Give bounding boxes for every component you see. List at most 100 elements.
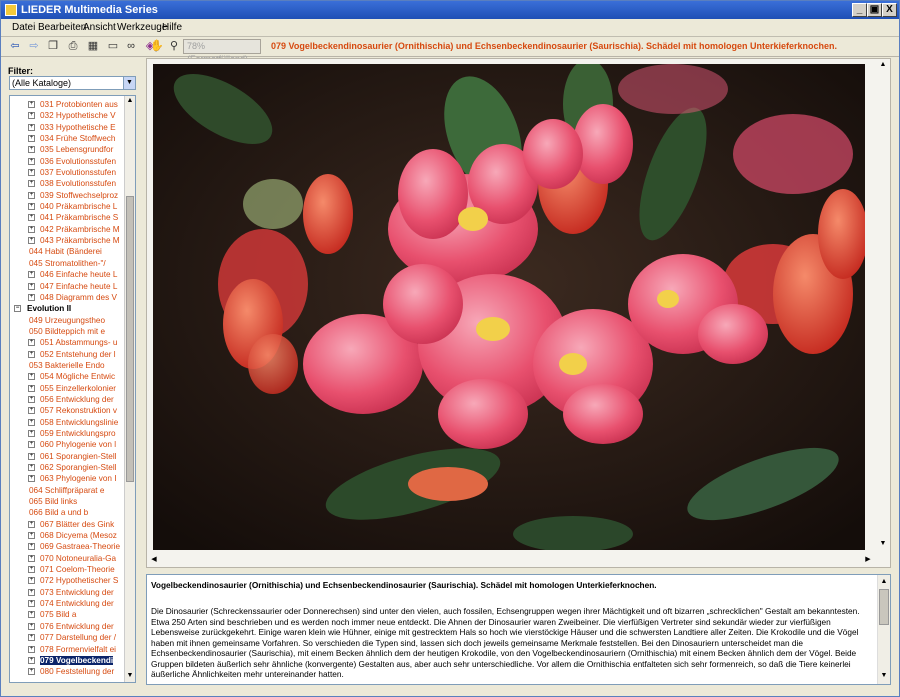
expand-icon[interactable]: + xyxy=(28,532,35,540)
expand-icon[interactable]: + xyxy=(28,520,35,528)
filter-select[interactable]: (Alle Kataloge) ▼ xyxy=(9,76,136,90)
forward-arrow-icon[interactable]: ⇨ xyxy=(26,39,42,54)
chevron-down-icon[interactable]: ▼ xyxy=(123,77,135,89)
expand-icon[interactable]: + xyxy=(28,622,35,630)
copy-icon[interactable]: ❐ xyxy=(45,39,61,54)
expand-icon[interactable]: + xyxy=(28,566,35,574)
tree-item[interactable]: +074 Entwicklung der xyxy=(10,598,125,609)
collapse-icon[interactable]: − xyxy=(14,305,21,313)
tree-item[interactable]: +034 Frühe Stoffwech xyxy=(10,133,125,144)
scroll-down-icon[interactable]: ▼ xyxy=(879,671,889,681)
tree-item[interactable]: 066 Bild a und b xyxy=(10,507,125,518)
menu-datei[interactable]: Datei xyxy=(12,22,35,33)
expand-icon[interactable]: + xyxy=(28,293,35,301)
expand-icon[interactable]: + xyxy=(28,225,35,233)
tree-item[interactable]: +073 Entwicklung der xyxy=(10,587,125,598)
expand-icon[interactable]: + xyxy=(28,339,35,347)
tree-item[interactable]: +037 Evolutionsstufen xyxy=(10,167,125,178)
expand-icon[interactable]: + xyxy=(28,611,35,619)
expand-icon[interactable]: + xyxy=(28,135,35,143)
tree-item[interactable]: +054 Mögliche Entwic xyxy=(10,371,125,382)
tree-item[interactable]: +038 Evolutionsstufen xyxy=(10,178,125,189)
scroll-thumb[interactable] xyxy=(879,589,889,625)
maximize-button[interactable]: ▣ xyxy=(867,3,882,17)
expand-icon[interactable]: + xyxy=(28,429,35,437)
tree-item[interactable]: +080 Feststellung der xyxy=(10,666,125,677)
scroll-right-icon[interactable]: ▶ xyxy=(863,555,873,565)
expand-icon[interactable]: + xyxy=(28,543,35,551)
expand-icon[interactable]: + xyxy=(28,146,35,154)
expand-icon[interactable]: + xyxy=(28,600,35,608)
expand-icon[interactable]: + xyxy=(28,395,35,403)
tree-item[interactable]: +031 Protobionten aus xyxy=(10,99,125,110)
print-icon[interactable]: ⎙ xyxy=(65,39,81,54)
magnifier-icon[interactable]: ⚲ xyxy=(166,39,182,54)
tree-item[interactable]: +069 Gastraea-Theorie xyxy=(10,541,125,552)
tree-item[interactable]: 053 Bakterielle Endo xyxy=(10,360,125,371)
scroll-down-icon[interactable]: ▼ xyxy=(125,671,135,681)
expand-icon[interactable]: + xyxy=(28,191,35,199)
expand-icon[interactable]: + xyxy=(28,384,35,392)
menu-bearbeiten[interactable]: Bearbeiten xyxy=(38,22,86,33)
scroll-up-icon[interactable]: ▲ xyxy=(878,60,888,70)
monitor-icon[interactable]: ▭ xyxy=(105,39,121,54)
menu-hilfe[interactable]: Hilfe xyxy=(162,22,182,33)
hand-icon[interactable]: ✋ xyxy=(149,39,165,54)
expand-icon[interactable]: + xyxy=(28,271,35,279)
tree-item[interactable]: +075 Bild a xyxy=(10,609,125,620)
menu-ansicht[interactable]: Ansicht xyxy=(83,22,116,33)
zoom-field[interactable]: 78% (Formatfüllend) xyxy=(183,39,261,64)
tree-item[interactable]: +039 Stoffwechselproz xyxy=(10,190,125,201)
description-scrollbar[interactable]: ▲ ▼ xyxy=(877,575,890,684)
close-button[interactable]: X xyxy=(882,3,897,17)
scroll-thumb[interactable] xyxy=(126,196,134,482)
tree-item[interactable]: +036 Evolutionsstufen xyxy=(10,156,125,167)
image-horizontal-scrollbar[interactable]: ◀ ▶ xyxy=(147,553,876,567)
binoculars-icon[interactable]: ∞ xyxy=(123,39,139,54)
expand-icon[interactable]: + xyxy=(28,373,35,381)
tree-item[interactable]: +033 Hypothetische E xyxy=(10,122,125,133)
tree-item[interactable]: +072 Hypothetischer S xyxy=(10,575,125,586)
expand-icon[interactable]: + xyxy=(28,475,35,483)
expand-icon[interactable]: + xyxy=(28,418,35,426)
tree-item[interactable]: +062 Sporangien-Stell xyxy=(10,462,125,473)
tree-item[interactable]: +043 Präkambrische M xyxy=(10,235,125,246)
expand-icon[interactable]: + xyxy=(28,203,35,211)
back-arrow-icon[interactable]: ⇦ xyxy=(7,39,23,54)
tree-item[interactable]: +060 Phylogenie von l xyxy=(10,439,125,450)
save-icon[interactable]: ▦ xyxy=(85,39,101,54)
tree-item[interactable]: 064 Schliffpräparat e xyxy=(10,485,125,496)
scroll-up-icon[interactable]: ▲ xyxy=(125,96,135,106)
expand-icon[interactable]: + xyxy=(28,407,35,415)
scroll-up-icon[interactable]: ▲ xyxy=(879,577,889,587)
tree-item[interactable]: +032 Hypothetische V xyxy=(10,110,125,121)
tree-item[interactable]: +077 Darstellung der / xyxy=(10,632,125,643)
tree-item[interactable]: +040 Präkambrische L xyxy=(10,201,125,212)
expand-icon[interactable]: + xyxy=(28,101,35,108)
expand-icon[interactable]: + xyxy=(28,577,35,585)
tree-group[interactable]: − Evolution II xyxy=(10,303,125,314)
tree-item[interactable]: +057 Rekonstruktion v xyxy=(10,405,125,416)
menu-werkzeuge[interactable]: Werkzeuge xyxy=(117,22,167,33)
scroll-left-icon[interactable]: ◀ xyxy=(149,555,159,565)
tree-item[interactable]: +068 Dicyema (Mesoz xyxy=(10,530,125,541)
expand-icon[interactable]: + xyxy=(28,237,35,245)
tree-item[interactable]: +063 Phylogenie von I xyxy=(10,473,125,484)
tree-scrollbar[interactable]: ▲ ▼ xyxy=(124,96,135,682)
expand-icon[interactable]: + xyxy=(28,282,35,290)
expand-icon[interactable]: + xyxy=(28,157,35,165)
tree-item[interactable]: +056 Entwicklung der xyxy=(10,394,125,405)
expand-icon[interactable]: + xyxy=(28,169,35,177)
tree-item[interactable]: 044 Habit (Bänderei xyxy=(10,246,125,257)
expand-icon[interactable]: + xyxy=(28,645,35,653)
image-vertical-scrollbar[interactable]: ▲ ▼ xyxy=(876,59,890,553)
tree-item[interactable]: +041 Präkambrische S xyxy=(10,212,125,223)
expand-icon[interactable]: + xyxy=(28,464,35,471)
tree-item[interactable]: +070 Notoneuralia-Ga xyxy=(10,553,125,564)
tree-item[interactable]: 049 Urzeugungstheo xyxy=(10,315,125,326)
tree-item[interactable]: 045 Stromatolithen-"/ xyxy=(10,258,125,269)
tree-item[interactable]: +047 Einfache heute L xyxy=(10,281,125,292)
tree-item[interactable]: +048 Diagramm des V xyxy=(10,292,125,303)
expand-icon[interactable]: + xyxy=(28,554,35,562)
tree-item[interactable]: +055 Einzellerkolonier xyxy=(10,383,125,394)
